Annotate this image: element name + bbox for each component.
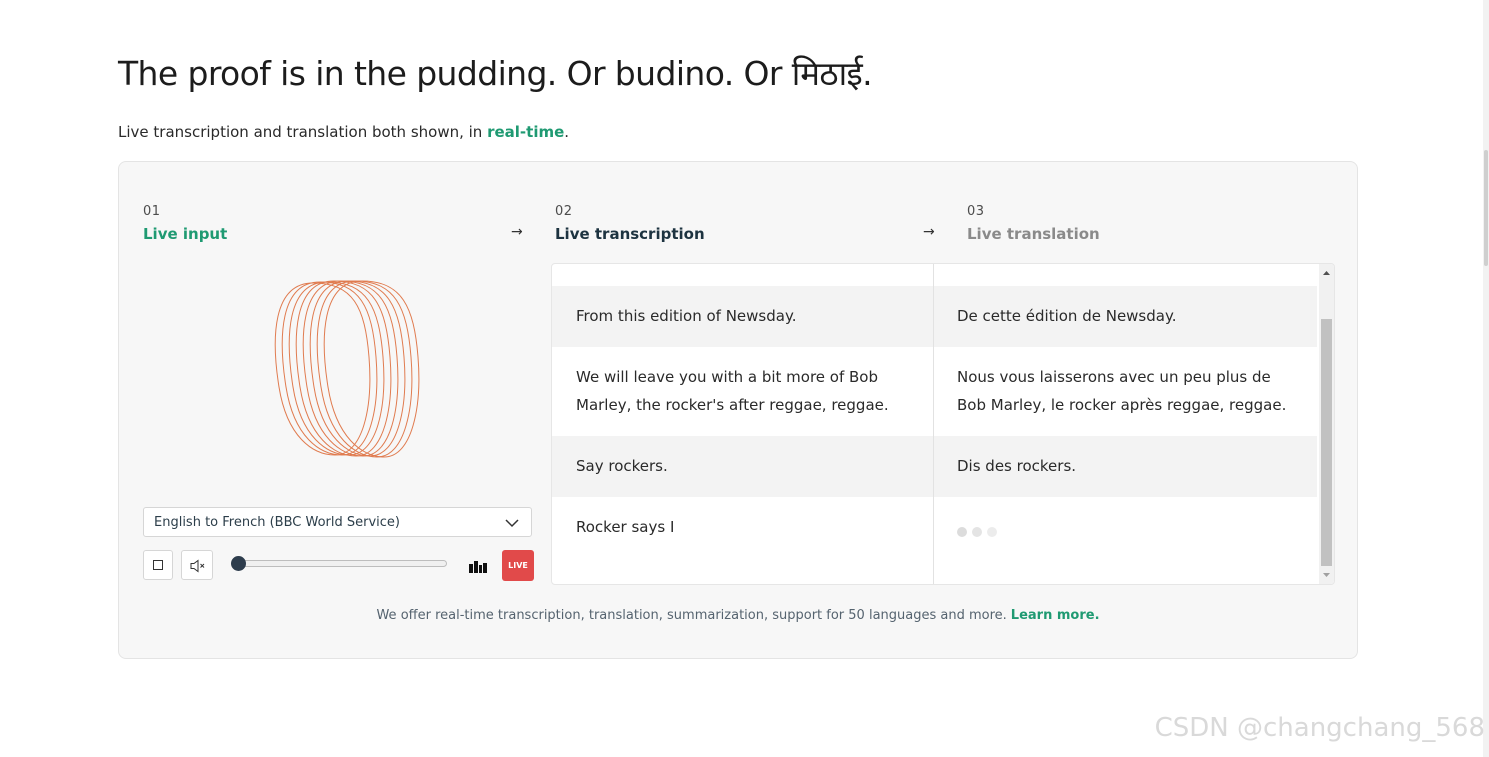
- volume-slider[interactable]: [231, 550, 453, 580]
- volume-slider-track[interactable]: [237, 560, 447, 567]
- bars-icon-graphic: [469, 561, 487, 573]
- page-scrollbar[interactable]: [1483, 0, 1489, 757]
- transcription-cell: We will leave you with a bit more of Bob…: [576, 368, 889, 414]
- step-live-transcription: 02 Live transcription: [555, 204, 705, 243]
- volume-slider-handle[interactable]: [231, 556, 246, 571]
- transcription-cell: Rocker says I: [576, 518, 675, 536]
- step-live-translation: 03 Live translation: [967, 204, 1100, 243]
- translation-cell: De cette édition de Newsday.: [957, 307, 1177, 325]
- page-title: The proof is in the pudding. Or budino. …: [118, 54, 873, 93]
- loading-dot: [957, 527, 967, 537]
- chevron-down-icon: [505, 519, 519, 528]
- arrow-right-icon: →: [923, 224, 935, 240]
- panel-scrollbar-thumb[interactable]: [1321, 319, 1332, 566]
- step-live-input: 01 Live input: [143, 204, 227, 243]
- translation-cell: Dis des rockers.: [957, 457, 1077, 475]
- table-row: From this edition of Newsday. De cette é…: [552, 286, 1317, 347]
- step-number: 02: [555, 204, 573, 219]
- mute-icon: [190, 559, 205, 573]
- step-label: Live translation: [967, 225, 1100, 243]
- waveform-visualizer: [274, 280, 420, 458]
- translation-cell: Nous vous laisserons avec un peu plus de…: [957, 368, 1287, 414]
- mute-button[interactable]: [181, 550, 213, 580]
- step-number: 03: [967, 204, 985, 219]
- language-select-value: English to French (BBC World Service): [154, 515, 400, 530]
- subtitle-text: Live transcription and translation both …: [118, 123, 488, 141]
- transcript-panel: From this edition of Newsday. De cette é…: [551, 263, 1335, 585]
- stop-icon: [153, 560, 163, 570]
- transcription-cell: Say rockers.: [576, 457, 668, 475]
- scroll-up-icon[interactable]: [1319, 267, 1334, 279]
- footer-note: We offer real-time transcription, transl…: [119, 608, 1357, 623]
- table-row: Rocker says I: [552, 497, 1317, 584]
- subtitle-highlight: real-time: [487, 123, 565, 141]
- step-label: Live input: [143, 225, 228, 243]
- loading-dot: [972, 527, 982, 537]
- table-row: Say rockers. Dis des rockers.: [552, 436, 1317, 497]
- panel-scrollbar[interactable]: [1319, 264, 1334, 584]
- learn-more-link[interactable]: Learn more.: [1011, 608, 1100, 623]
- step-number: 01: [143, 204, 161, 219]
- page-scrollbar-thumb[interactable]: [1484, 150, 1488, 266]
- subtitle-suffix: .: [564, 123, 570, 141]
- watermark: CSDN @changchang_568: [1154, 713, 1485, 743]
- demo-card: 01 Live input → 02 Live transcription → …: [118, 161, 1358, 659]
- footer-text: We offer real-time transcription, transl…: [376, 608, 1007, 623]
- scroll-down-icon[interactable]: [1319, 569, 1334, 581]
- column-divider: [933, 264, 934, 584]
- transcription-cell: From this edition of Newsday.: [576, 307, 797, 325]
- loading-dots-icon: [957, 522, 1002, 541]
- language-select[interactable]: English to French (BBC World Service): [143, 507, 532, 537]
- subtitle: Live transcription and translation both …: [118, 123, 569, 141]
- loading-dot: [987, 527, 997, 537]
- stop-button[interactable]: [143, 550, 173, 580]
- live-button[interactable]: LIVE: [502, 550, 534, 581]
- step-label: Live transcription: [555, 225, 705, 243]
- table-row: We will leave you with a bit more of Bob…: [552, 347, 1317, 436]
- arrow-right-icon: →: [511, 224, 523, 240]
- bars-icon: [469, 550, 487, 580]
